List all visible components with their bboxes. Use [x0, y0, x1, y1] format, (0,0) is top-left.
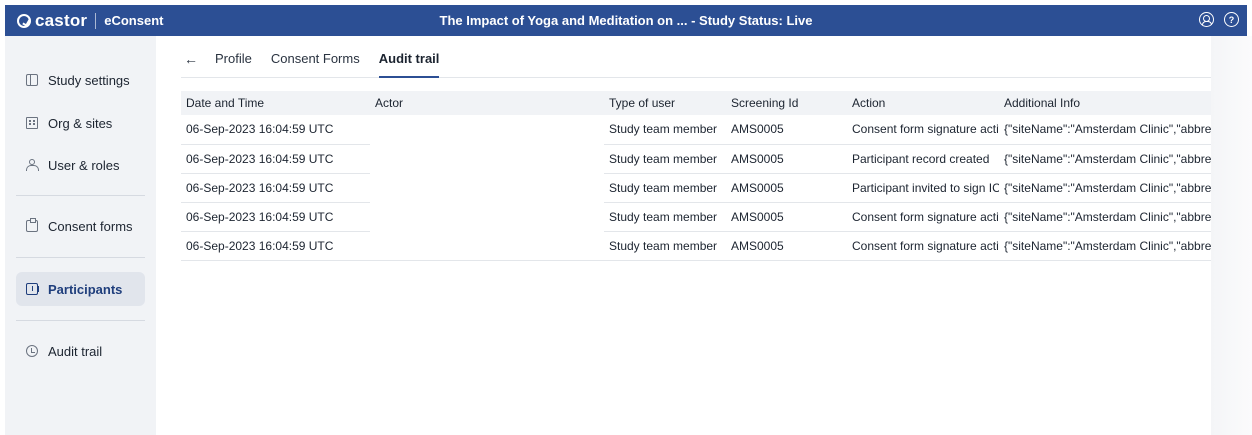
cell-screening-id: AMS0005 [726, 231, 847, 261]
cell-action: Consent form signature activate [847, 202, 999, 232]
building-icon [26, 117, 38, 129]
table-header-row: Date and Time Actor Type of user Screeni… [181, 91, 1231, 115]
sidebar-item-audit-trail[interactable]: Audit trail [16, 334, 145, 368]
cell-actor [370, 173, 604, 203]
cell-action: Participant invited to sign ICF [847, 173, 999, 203]
cell-additional-info: {"siteName":"Amsterdam Clinic","abbrevia… [999, 231, 1231, 261]
sidebar-divider [16, 257, 145, 258]
history-icon [26, 345, 38, 357]
cell-screening-id: AMS0005 [726, 202, 847, 232]
cell-screening-id: AMS0005 [726, 173, 847, 203]
cell-type-of-user: Study team member [604, 115, 726, 145]
column-header-actor[interactable]: Actor [370, 91, 604, 115]
sidebar-divider [16, 320, 145, 321]
sidebar-item-consent-forms[interactable]: Consent forms [16, 209, 145, 243]
sidebar: Study settings Org & sites User & roles … [5, 36, 156, 435]
sidebar-item-label: Study settings [48, 72, 130, 88]
clipboard-icon [26, 218, 38, 232]
tab-profile[interactable]: Profile [215, 51, 252, 78]
cell-actor [370, 231, 604, 261]
column-header-type-of-user[interactable]: Type of user [604, 91, 726, 115]
cell-date-time: 06-Sep-2023 16:04:59 UTC [181, 144, 370, 174]
cell-date-time: 06-Sep-2023 16:04:59 UTC [181, 115, 370, 145]
table-row[interactable]: 06-Sep-2023 16:04:59 UTC Study team memb… [181, 115, 1231, 145]
participant-tabs: ← Profile Consent Forms Audit trail [181, 51, 1216, 78]
castor-logo-icon [17, 13, 31, 28]
cell-type-of-user: Study team member [604, 202, 726, 232]
help-icon[interactable]: ? [1224, 12, 1239, 27]
user-icon[interactable] [1199, 12, 1214, 27]
settings-panel-icon [26, 74, 38, 86]
cell-type-of-user: Study team member [604, 144, 726, 174]
sidebar-item-label: Participants [48, 281, 123, 297]
table-row[interactable]: 06-Sep-2023 16:04:59 UTC Study team memb… [181, 231, 1231, 261]
cell-type-of-user: Study team member [604, 231, 726, 261]
participants-icon [26, 283, 39, 295]
audit-trail-table: Date and Time Actor Type of user Screeni… [181, 91, 1231, 261]
column-header-screening-id[interactable]: Screening Id [726, 91, 847, 115]
cell-date-time: 06-Sep-2023 16:04:59 UTC [181, 202, 370, 232]
cell-action: Participant record created [847, 144, 999, 174]
logo-text: castor [35, 10, 88, 30]
column-header-action[interactable]: Action [847, 91, 999, 115]
sidebar-item-label: User & roles [48, 157, 120, 173]
table-row[interactable]: 06-Sep-2023 16:04:59 UTC Study team memb… [181, 202, 1231, 232]
cell-action: Consent form signature activate [847, 231, 999, 261]
cell-actor [370, 115, 604, 145]
tab-consent-forms[interactable]: Consent Forms [271, 51, 360, 78]
product-name: eConsent [104, 13, 164, 28]
sidebar-item-user-roles[interactable]: User & roles [16, 148, 145, 182]
study-title: The Impact of Yoga and Meditation on ...… [439, 13, 813, 28]
cell-action: Consent form signature activate [847, 115, 999, 145]
back-arrow-icon[interactable]: ← [181, 51, 201, 71]
users-icon [26, 159, 39, 171]
top-bar: castor eConsent The Impact of Yoga and M… [5, 5, 1247, 36]
cell-screening-id: AMS0005 [726, 115, 847, 145]
column-header-date-time[interactable]: Date and Time [181, 91, 370, 115]
cell-screening-id: AMS0005 [726, 144, 847, 174]
brand[interactable]: castor eConsent [5, 5, 163, 36]
sidebar-divider [16, 195, 145, 196]
sidebar-item-study-settings[interactable]: Study settings [16, 63, 145, 97]
sidebar-item-label: Org & sites [48, 115, 113, 131]
sidebar-item-label: Consent forms [48, 218, 133, 234]
cell-date-time: 06-Sep-2023 16:04:59 UTC [181, 173, 370, 203]
sidebar-item-participants[interactable]: Participants [16, 272, 145, 306]
cell-actor [370, 202, 604, 232]
cell-actor [370, 144, 604, 174]
cell-additional-info: {"siteName":"Amsterdam Clinic","abbrevia… [999, 202, 1231, 232]
sidebar-item-label: Audit trail [48, 343, 103, 359]
column-header-additional-info[interactable]: Additional Info [999, 91, 1231, 115]
table-row[interactable]: 06-Sep-2023 16:04:59 UTC Study team memb… [181, 173, 1231, 203]
brand-divider [95, 12, 97, 29]
cell-additional-info: {"siteName":"Amsterdam Clinic","abbrevia… [999, 115, 1231, 145]
sidebar-item-org-sites[interactable]: Org & sites [16, 106, 145, 140]
main-content: ← Profile Consent Forms Audit trail Date… [156, 36, 1231, 435]
right-gutter [1211, 36, 1252, 435]
table-row[interactable]: 06-Sep-2023 16:04:59 UTC Study team memb… [181, 144, 1231, 174]
cell-type-of-user: Study team member [604, 173, 726, 203]
cell-additional-info: {"siteName":"Amsterdam Clinic","abbrevia… [999, 173, 1231, 203]
tab-audit-trail[interactable]: Audit trail [378, 51, 440, 78]
cell-date-time: 06-Sep-2023 16:04:59 UTC [181, 231, 370, 261]
cell-additional-info: {"siteName":"Amsterdam Clinic","abbrevia… [999, 144, 1231, 174]
